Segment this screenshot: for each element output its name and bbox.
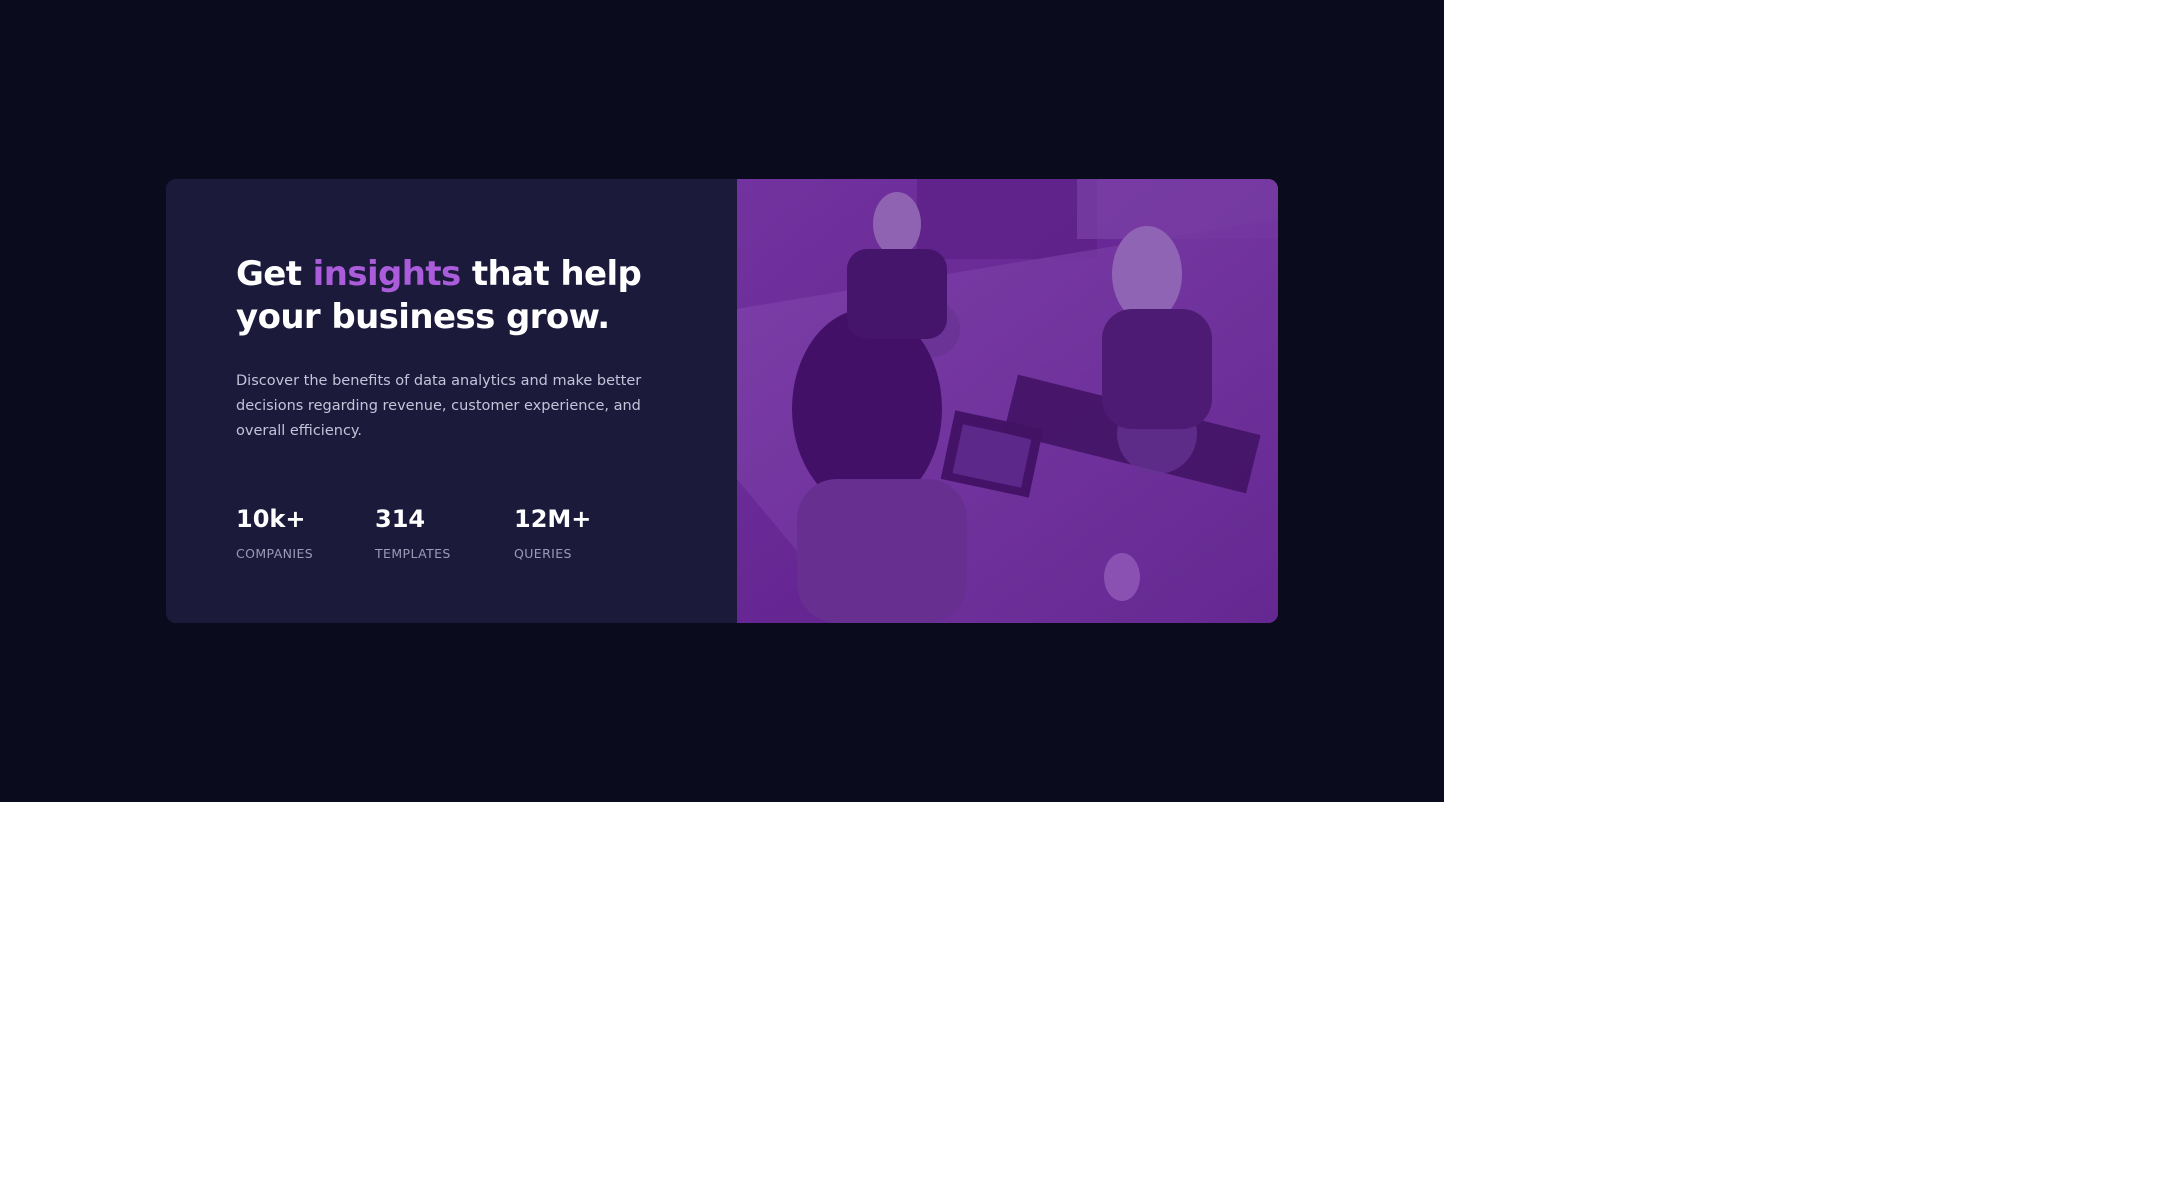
hero-description: Discover the benefits of data analytics …: [236, 373, 642, 439]
stat-label: Companies: [236, 546, 314, 561]
office-photo-illustration: [737, 179, 1278, 623]
stat-templates: 314 Templates: [375, 505, 514, 561]
page-background: Get insights that help your business gro…: [0, 0, 1444, 802]
hero-headline: Get insights that help your business gro…: [236, 253, 677, 339]
headline-accent-word: insights: [312, 254, 462, 294]
hero-content: Get insights that help your business gro…: [166, 179, 737, 623]
stat-label: Templates: [375, 546, 451, 561]
stat-queries: 12M+ Queries: [514, 505, 653, 561]
stat-label: Queries: [514, 546, 572, 561]
stats-row: 10k+ Companies 314 Templates 12M+ Querie…: [236, 505, 653, 561]
hero-image: [737, 179, 1278, 623]
hero-card: Get insights that help your business gro…: [166, 179, 1278, 623]
stat-companies: 10k+ Companies: [236, 505, 375, 561]
headline-text-start: Get: [236, 254, 313, 294]
stat-value: 12M+: [514, 505, 592, 533]
stat-value: 10k+: [236, 505, 306, 533]
stat-value: 314: [375, 505, 426, 533]
